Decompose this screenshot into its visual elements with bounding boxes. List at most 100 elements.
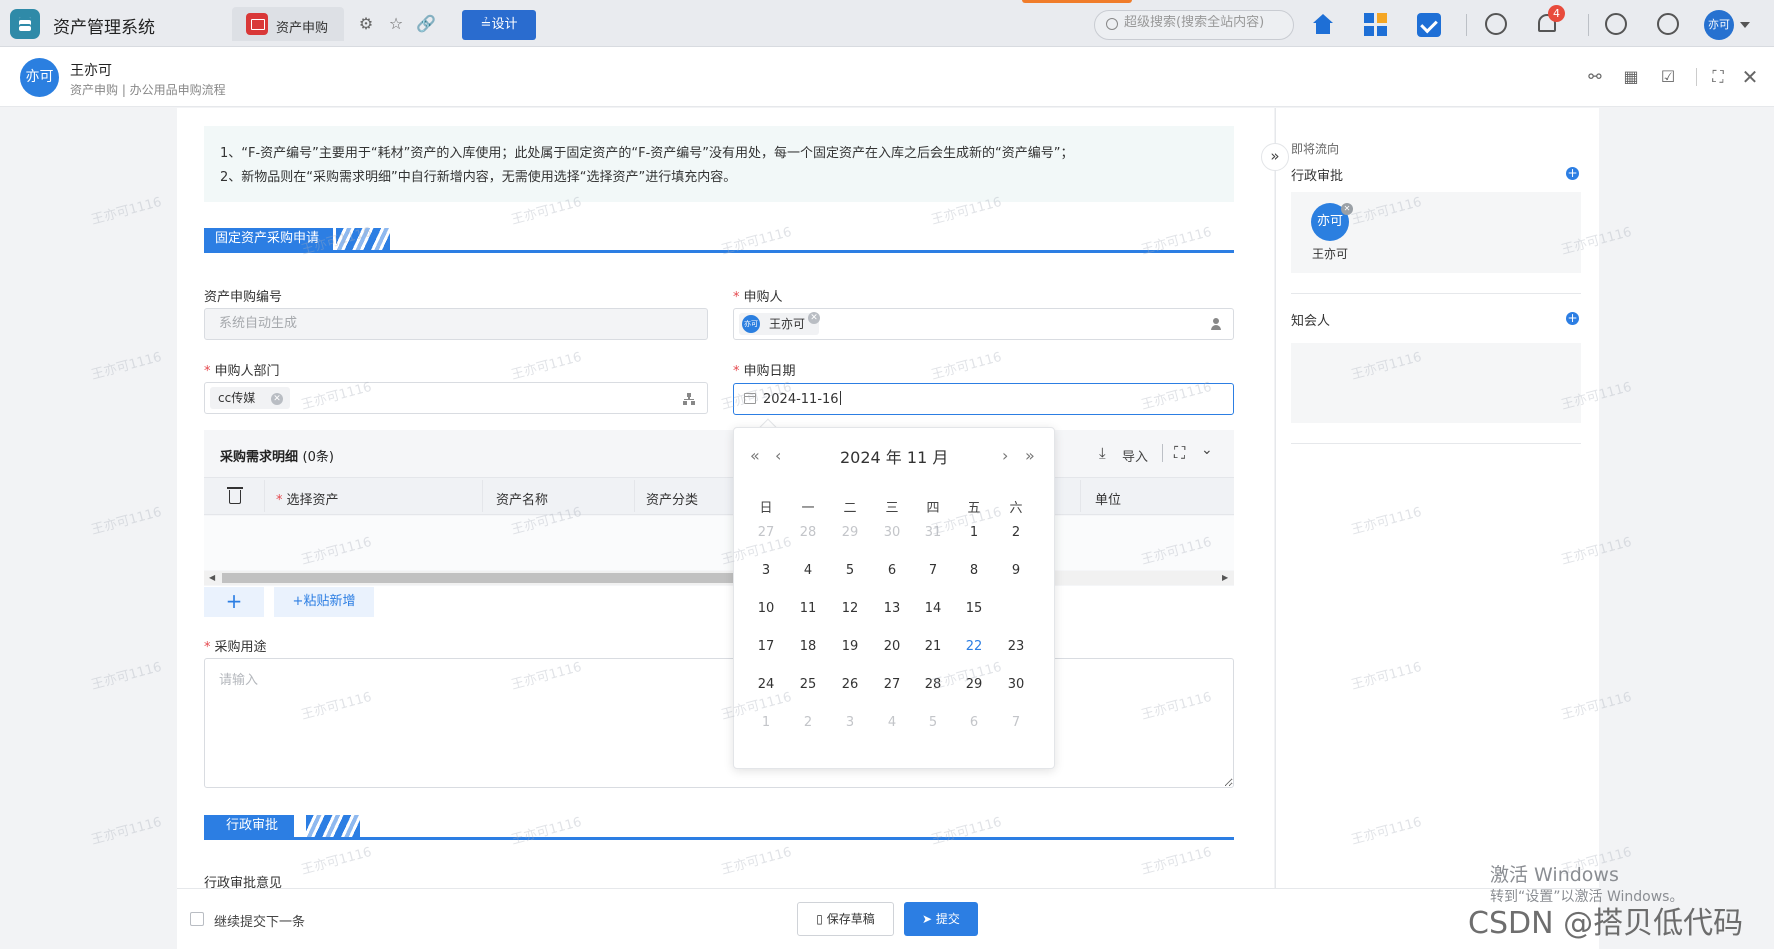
- calendar-weekday: 日: [759, 501, 773, 516]
- calendar-day[interactable]: 3: [836, 711, 864, 735]
- calendar-day[interactable]: 25: [794, 673, 822, 697]
- calendar-day[interactable]: 5: [836, 559, 864, 583]
- calendar-day[interactable]: 7: [919, 559, 947, 583]
- calendar-day[interactable]: 4: [878, 711, 906, 735]
- calendar-day[interactable]: 14: [919, 597, 947, 621]
- scrollbar-thumb[interactable]: [222, 573, 734, 583]
- calendar-day[interactable]: 16: [1002, 597, 1030, 621]
- submit-button[interactable]: ➤ 提交: [904, 902, 978, 936]
- calendar-day[interactable]: 6: [878, 559, 906, 583]
- calendar-day[interactable]: 6: [960, 711, 988, 735]
- paste-add-button[interactable]: +粘贴新增: [274, 587, 374, 617]
- prev-year-icon[interactable]: «: [750, 446, 760, 465]
- purpose-textarea[interactable]: [204, 658, 1234, 788]
- column-select-asset: * 选择资产: [276, 493, 339, 508]
- calendar-day[interactable]: 24: [752, 673, 780, 697]
- scroll-right-icon[interactable]: ▶: [1222, 573, 1228, 582]
- import-icon[interactable]: ⤓: [1099, 444, 1106, 462]
- calendar-day[interactable]: 4: [794, 559, 822, 583]
- remove-chip-icon[interactable]: ✕: [271, 393, 283, 405]
- calendar-day[interactable]: 19: [836, 635, 864, 659]
- user-picker-icon[interactable]: [1210, 318, 1222, 330]
- add-approver-icon[interactable]: +: [1566, 167, 1579, 180]
- save-draft-button[interactable]: ▯ 保存草稿: [797, 902, 894, 936]
- close-icon[interactable]: ✕: [1741, 67, 1759, 87]
- calendar-day[interactable]: 28: [919, 673, 947, 697]
- tasks-check-icon[interactable]: [1417, 13, 1441, 37]
- prev-month-icon[interactable]: ‹: [775, 446, 781, 465]
- add-cc-icon[interactable]: +: [1566, 312, 1579, 325]
- next-month-icon[interactable]: ›: [1002, 446, 1008, 465]
- calendar-day[interactable]: 1: [960, 521, 988, 545]
- user-watermark: 王亦可1116: [89, 659, 164, 694]
- calendar-day[interactable]: 2: [794, 711, 822, 735]
- current-user-avatar[interactable]: 亦可: [1704, 10, 1734, 40]
- calendar-day[interactable]: 11: [794, 597, 822, 621]
- calendar-day[interactable]: 29: [836, 521, 864, 545]
- remove-approver-icon[interactable]: ✕: [1341, 203, 1353, 215]
- add-row-button[interactable]: +: [204, 587, 264, 617]
- calendar-day[interactable]: 21: [919, 635, 947, 659]
- calendar-day[interactable]: 30: [1002, 673, 1030, 697]
- calendar-day[interactable]: 17: [752, 635, 780, 659]
- trash-icon[interactable]: [227, 487, 243, 504]
- gear-icon[interactable]: ⚙: [356, 14, 376, 34]
- calendar-day[interactable]: 23: [1002, 635, 1030, 659]
- calendar-day[interactable]: 27: [878, 673, 906, 697]
- chevron-down-icon[interactable]: ⌄: [1201, 442, 1213, 458]
- calendar-day[interactable]: 22: [960, 635, 988, 659]
- app-logo-icon[interactable]: [10, 9, 40, 39]
- support-icon[interactable]: [1657, 13, 1679, 35]
- remove-chip-icon[interactable]: ✕: [808, 312, 820, 324]
- column-divider: [264, 480, 265, 512]
- calendar-day[interactable]: 12: [836, 597, 864, 621]
- design-button[interactable]: ≟设计: [462, 10, 536, 40]
- continue-checkbox[interactable]: [190, 912, 204, 926]
- global-search-input[interactable]: [1124, 15, 1284, 30]
- calendar-day[interactable]: 10: [752, 597, 780, 621]
- link-icon[interactable]: 🔗: [416, 14, 436, 34]
- org-picker-icon[interactable]: [683, 393, 695, 405]
- scroll-left-icon[interactable]: ◀: [209, 573, 215, 582]
- compass-icon[interactable]: [1605, 13, 1627, 35]
- calendar-icon[interactable]: ▦: [1622, 68, 1640, 86]
- workflow-icon[interactable]: [1485, 13, 1507, 35]
- home-icon[interactable]: [1311, 13, 1335, 37]
- fullscreen-icon[interactable]: ⛶: [1709, 68, 1727, 86]
- calendar-day[interactable]: 31: [919, 521, 947, 545]
- user-watermark: 王亦可1116: [89, 814, 164, 849]
- calendar-day[interactable]: 2: [1002, 521, 1030, 545]
- calendar-day[interactable]: 8: [960, 559, 988, 583]
- next-year-icon[interactable]: »: [1025, 446, 1035, 465]
- calendar-day[interactable]: 18: [794, 635, 822, 659]
- calendar-day[interactable]: 3: [752, 559, 780, 583]
- apps-grid-icon[interactable]: [1364, 13, 1388, 37]
- calendar-day[interactable]: 13: [878, 597, 906, 621]
- collapse-panel-button[interactable]: »: [1261, 143, 1289, 171]
- star-icon[interactable]: ☆: [386, 14, 406, 34]
- calendar-day[interactable]: 1: [752, 711, 780, 735]
- calendar-day[interactable]: 26: [836, 673, 864, 697]
- calendar-day[interactable]: 7: [1002, 711, 1030, 735]
- calendar-day[interactable]: 28: [794, 521, 822, 545]
- calendar-day[interactable]: 5: [919, 711, 947, 735]
- avatar: 亦可: [742, 315, 760, 333]
- chevron-down-icon[interactable]: [1740, 22, 1750, 28]
- table-title: 采购需求明细 (0条): [220, 450, 334, 465]
- calendar-weekday: 一: [801, 501, 815, 516]
- calendar-day[interactable]: 29: [960, 673, 988, 697]
- calendar-day[interactable]: 27: [752, 521, 780, 545]
- fullscreen-icon[interactable]: ⛶: [1174, 443, 1185, 463]
- import-button[interactable]: 导入: [1122, 446, 1148, 465]
- cc-title: 知会人: [1291, 314, 1331, 329]
- calendar-day[interactable]: 15: [960, 597, 988, 621]
- calendar-day[interactable]: 20: [878, 635, 906, 659]
- approval-node-title: 行政审批: [1291, 169, 1344, 184]
- calendar-day[interactable]: 30: [878, 521, 906, 545]
- cc-box[interactable]: [1291, 343, 1581, 423]
- calendar-day[interactable]: 9: [1002, 559, 1030, 583]
- checkbox-icon[interactable]: ☑: [1659, 68, 1677, 86]
- continue-label: 继续提交下一条: [214, 915, 306, 930]
- share-icon[interactable]: ⚯: [1586, 68, 1604, 86]
- purpose-label: * 采购用途: [204, 640, 267, 655]
